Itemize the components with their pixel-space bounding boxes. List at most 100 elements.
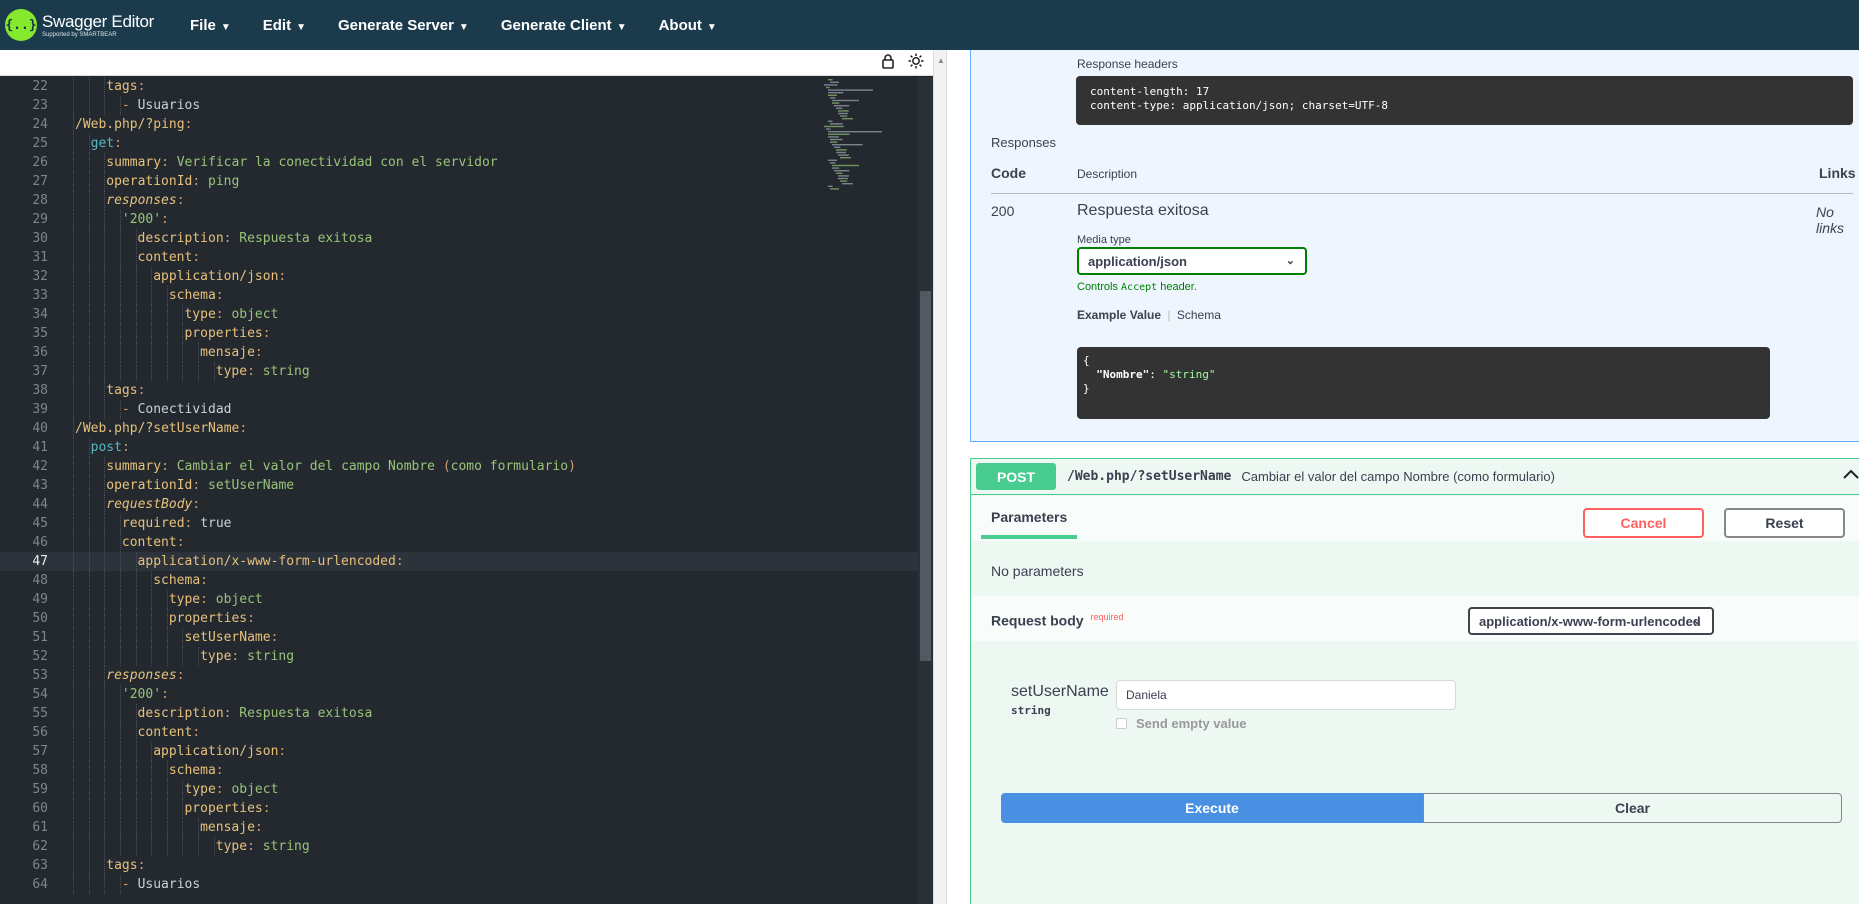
execute-button[interactable]: Execute	[1001, 793, 1423, 823]
code-line[interactable]: 47 application/x-www-form-urlencoded:	[0, 552, 918, 571]
indent-guide	[104, 647, 106, 666]
code-line[interactable]: 61 mensaje:	[0, 818, 918, 837]
editor-minimap[interactable]	[820, 77, 890, 217]
code-line[interactable]: 53 responses:	[0, 666, 918, 685]
code-text: mensaje:	[200, 820, 263, 835]
code-line[interactable]: 49 type: object	[0, 590, 918, 609]
code-line[interactable]: 31 content:	[0, 248, 918, 267]
code-line[interactable]: 43 operationId: setUserName	[0, 476, 918, 495]
indent-guide	[151, 818, 153, 837]
example-line: "Nombre": "string"	[1083, 368, 1216, 381]
menu-file[interactable]: File ▼	[190, 17, 231, 34]
code-line[interactable]: 29 '200':	[0, 210, 918, 229]
code-line[interactable]: 48 schema:	[0, 571, 918, 590]
code-line[interactable]: 28 responses:	[0, 191, 918, 210]
code-line[interactable]: 27 operationId: ping	[0, 172, 918, 191]
code-line[interactable]: 25 get:	[0, 134, 918, 153]
clear-button[interactable]: Clear	[1423, 793, 1842, 823]
code-line[interactable]: 22 tags:	[0, 77, 918, 96]
media-type-select[interactable]: application/json ⌄	[1077, 247, 1307, 275]
code-line[interactable]: 63 tags:	[0, 856, 918, 875]
menu-generate-server[interactable]: Generate Server ▼	[338, 17, 469, 34]
code-line[interactable]: 59 type: object	[0, 780, 918, 799]
code-text: application/json:	[153, 744, 287, 759]
code-line[interactable]: 38 tags:	[0, 381, 918, 400]
indent-guide	[151, 286, 153, 305]
theme-toggle-icon[interactable]	[906, 53, 926, 73]
tab-parameters[interactable]: Parameters	[991, 509, 1067, 525]
indent-guide	[135, 267, 137, 286]
code-line[interactable]: 35 properties:	[0, 324, 918, 343]
scroll-up-icon[interactable]: ▲	[937, 56, 945, 65]
code-line[interactable]: 46 content:	[0, 533, 918, 552]
menu-edit[interactable]: Edit ▼	[263, 17, 306, 34]
minimap-line	[828, 136, 839, 138]
editor-scroll-thumb[interactable]	[920, 291, 931, 661]
code-line[interactable]: 32 application/json:	[0, 267, 918, 286]
code-editor[interactable]: 22 tags: 23 - Usuarios 24/Web.php/?ping: 25 ge…	[0, 50, 933, 904]
code-lines[interactable]: 22 tags: 23 - Usuarios 24/Web.php/?ping: 25 ge…	[0, 77, 918, 904]
code-line[interactable]: 37 type: string	[0, 362, 918, 381]
post-operation-summary[interactable]: POST /Web.php/?setUserName Cambiar el va…	[971, 459, 1859, 495]
minimap-line	[830, 97, 836, 99]
tab-example-value[interactable]: Example Value	[1077, 308, 1161, 322]
caret-down-icon: ▼	[220, 21, 231, 33]
code-line[interactable]: 57 application/json:	[0, 742, 918, 761]
indent-guide	[104, 362, 106, 381]
swagger-logo[interactable]: {..} Swagger Editor Supported by SMARTBE…	[5, 9, 175, 41]
indent-guide	[88, 628, 90, 647]
indent-guide	[73, 818, 74, 837]
code-line[interactable]: 26 summary: Verificar la conectividad con…	[0, 153, 918, 172]
code-line[interactable]: 34 type: object	[0, 305, 918, 324]
code-line[interactable]: 24/Web.php/?ping:	[0, 115, 918, 134]
indent-guide	[73, 96, 74, 115]
indent-guide	[151, 647, 153, 666]
swagger-ui-pane[interactable]: Response headers content-length: 17 cont…	[947, 50, 1859, 904]
send-empty-value[interactable]: Send empty value	[1116, 716, 1247, 731]
tab-schema[interactable]: Schema	[1177, 308, 1221, 322]
menu-about[interactable]: About ▼	[659, 17, 717, 34]
code-line[interactable]: 51 setUserName:	[0, 628, 918, 647]
indent-guide	[73, 495, 74, 514]
editor-scrollbar[interactable]	[918, 77, 933, 904]
code-text: tags:	[106, 383, 146, 398]
code-line[interactable]: 56 content:	[0, 723, 918, 742]
code-line[interactable]: 23 - Usuarios	[0, 96, 918, 115]
code-line[interactable]: 40/Web.php/?setUserName:	[0, 419, 918, 438]
pane-splitter[interactable]: ▲	[933, 50, 947, 904]
indent-guide	[104, 343, 106, 362]
code-line[interactable]: 50 properties:	[0, 609, 918, 628]
code-line[interactable]: 44 requestBody:	[0, 495, 918, 514]
indent-guide	[166, 286, 168, 305]
code-line[interactable]: 33 schema:	[0, 286, 918, 305]
code-line[interactable]: 62 type: string	[0, 837, 918, 856]
setusername-input[interactable]	[1116, 680, 1456, 710]
code-line[interactable]: 41 post:	[0, 438, 918, 457]
request-content-type-select[interactable]: application/x-www-form-urlencoded ⌄	[1468, 607, 1714, 635]
code-line[interactable]: 45 required: true	[0, 514, 918, 533]
post-path: /Web.php/?setUserName	[1067, 469, 1232, 484]
indent-guide	[182, 343, 184, 362]
indent-guide	[73, 400, 74, 419]
menu-generate-client[interactable]: Generate Client ▼	[501, 17, 627, 34]
code-line[interactable]: 58 schema:	[0, 761, 918, 780]
send-empty-checkbox[interactable]	[1116, 718, 1127, 729]
indent-guide	[104, 77, 106, 96]
line-number: 41	[32, 440, 48, 455]
chevron-up-icon[interactable]	[1842, 465, 1859, 486]
code-line[interactable]: 36 mensaje:	[0, 343, 918, 362]
code-line[interactable]: 39 - Conectividad	[0, 400, 918, 419]
code-line[interactable]: 52 type: string	[0, 647, 918, 666]
reset-button[interactable]: Reset	[1724, 508, 1845, 538]
indent-guide	[119, 761, 121, 780]
code-line[interactable]: 55 description: Respuesta exitosa	[0, 704, 918, 723]
code-line[interactable]: 54 '200':	[0, 685, 918, 704]
lock-icon[interactable]	[878, 53, 898, 73]
code-line[interactable]: 42 summary: Cambiar el valor del campo No…	[0, 457, 918, 476]
code-line[interactable]: 30 description: Respuesta exitosa	[0, 229, 918, 248]
indent-guide	[135, 704, 137, 723]
cancel-button[interactable]: Cancel	[1583, 508, 1704, 538]
code-line[interactable]: 64 - Usuarios	[0, 875, 918, 894]
code-line[interactable]: 60 properties:	[0, 799, 918, 818]
editor-toolbar	[0, 50, 933, 76]
